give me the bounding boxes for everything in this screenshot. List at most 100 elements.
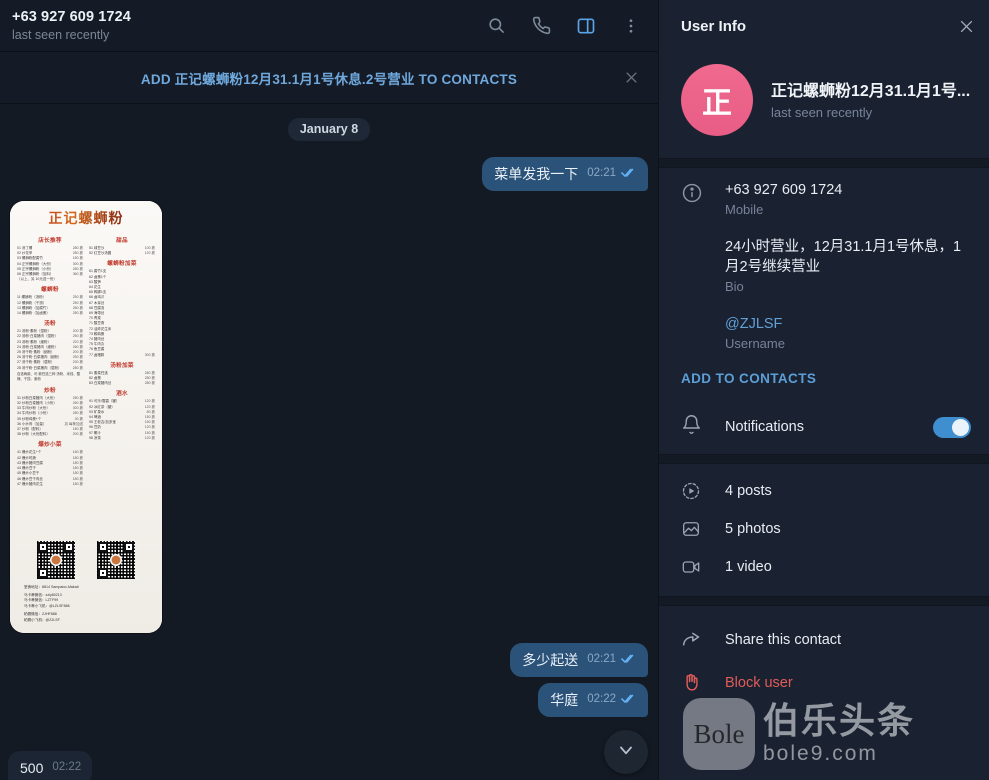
share-contact-button[interactable]: Share this contact xyxy=(659,618,989,661)
message-row: 多少起送 02:21 xyxy=(10,643,648,677)
section-divider xyxy=(659,596,989,606)
detail-body: +63 927 609 1724 Mobile xyxy=(725,180,971,217)
message-meta: 02:22 xyxy=(52,758,81,778)
menu-item-name: 47 爆炒猪肉花生 xyxy=(17,481,43,486)
phone-icon[interactable] xyxy=(528,13,554,39)
media-row-posts[interactable]: 4 posts xyxy=(659,472,989,510)
menu-item: 77 卤猪脚 300 披 xyxy=(88,353,156,358)
chat-subtitle: last seen recently xyxy=(12,27,110,42)
message-text: 500 xyxy=(20,760,44,776)
message-text: 菜单发我一下 xyxy=(494,166,579,182)
menu-item-name: 38 炒粉（大份配料） xyxy=(17,432,50,437)
detail-row-bio[interactable]: 24小时营业，12月31.1月1号休息，1月2号继续营业 Bio xyxy=(659,223,989,300)
message-bubble-outgoing[interactable]: 菜单发我一下 02:21 xyxy=(482,157,648,191)
menu-item-price: 360 披 xyxy=(72,272,83,277)
menu-footer: 堂食地址：8814 Sampaloc,Makati 马卡蒂微信：zzly8021… xyxy=(16,583,156,629)
menu-section-header: 炒粉 xyxy=(44,387,56,394)
menu-columns: 店长推荐 01 汤丁螺 280 披 02 炒花甲 280 披 03 螺蛳粉配腐竹 180 披… xyxy=(16,233,156,535)
message-row: 正记螺蛳粉 店长推荐 01 汤丁螺 280 披 02 炒花甲 280 披 03 螺蛳粉配腐… xyxy=(10,201,648,633)
chat-header: +63 927 609 1724 last seen recently xyxy=(0,0,658,52)
watermark-text: 伯乐头条 bole9.com xyxy=(763,702,915,766)
menu-photo: 正记螺蛳粉 店长推荐 01 汤丁螺 280 披 02 炒花甲 280 披 03 螺蛳粉配腐… xyxy=(10,201,162,633)
menu-section-header: 爆炒小菜 xyxy=(38,442,62,449)
message-meta: 02:21 xyxy=(587,164,637,184)
profile-names: 正记螺蛳粉12月31.1月1号... last seen recently xyxy=(771,81,970,120)
message-bubble-outgoing[interactable]: 多少起送 02:21 xyxy=(510,643,648,677)
add-to-contacts-bar-label[interactable]: ADD 正记螺蛳粉12月31.1月1号休息.2号营业 TO CONTACTS xyxy=(141,68,517,88)
block-user-button[interactable]: Block user xyxy=(659,661,989,704)
message-list[interactable]: January 8 菜单发我一下 02:21 正记螺蛳粉 店长推荐 01 汤丁螺… xyxy=(0,104,658,780)
qr-row xyxy=(16,535,156,583)
menu-right-column: 甜品 51 绿豆沙 100 披 52 红豆沙汤圆 120 披螺蛳粉加菜 61 腐竹1支 62… xyxy=(88,233,156,535)
chat-header-actions xyxy=(483,13,644,39)
menu-note: 自选两款、可·款任选三种 汤粉、米线、酸辣、干捞、素粉 xyxy=(17,371,81,381)
menu-item-price: 280 披 xyxy=(144,381,155,386)
sidebar-toggle-icon[interactable] xyxy=(573,13,599,39)
notifications-row[interactable]: Notifications xyxy=(659,400,989,454)
menu-item: 52 红豆沙汤圆 120 披 xyxy=(88,251,156,256)
phone-label: Mobile xyxy=(725,202,764,217)
message-time: 02:22 xyxy=(52,761,82,773)
close-icon[interactable] xyxy=(958,18,975,35)
media-label-photos: 5 photos xyxy=(725,521,781,537)
message-bubble-outgoing[interactable]: 华庭 02:22 xyxy=(538,683,648,717)
add-to-contacts-bar[interactable]: ADD 正记螺蛳粉12月31.1月1号休息.2号营业 TO CONTACTS xyxy=(0,52,658,104)
more-vertical-icon[interactable] xyxy=(618,13,644,39)
detail-row-username[interactable]: @ZJLSF Username xyxy=(659,300,989,357)
media-row-photos[interactable]: 5 photos xyxy=(659,510,989,548)
menu-item: （以上、另 10元送一份） xyxy=(16,277,84,282)
user-info-panel: User Info 正 正记螺蛳粉12月31.1月1号... last seen… xyxy=(658,0,989,780)
contact-details: +63 927 609 1724 Mobile 24小时营业，12月31.1月1… xyxy=(659,168,989,400)
share-contact-label: Share this contact xyxy=(725,631,842,648)
photo-message[interactable]: 正记螺蛳粉 店长推荐 01 汤丁螺 280 披 02 炒花甲 280 披 03 螺蛳粉配腐… xyxy=(10,201,162,633)
detail-row-phone[interactable]: +63 927 609 1724 Mobile xyxy=(659,174,989,223)
message-time: 02:22 xyxy=(587,693,616,705)
menu-item-price: 120 披 xyxy=(144,251,155,256)
profile-display-name: 正记螺蛳粉12月31.1月1号... xyxy=(771,82,971,100)
detail-body: 24小时营业，12月31.1月1号休息，1月2号继续营业 Bio xyxy=(725,237,971,294)
message-row: 华庭 02:22 xyxy=(10,683,648,717)
menu-item-name: 77 卤猪脚 xyxy=(89,352,105,357)
menu-footer-line: 帕赛小飞机：@ZJLSF xyxy=(24,617,60,622)
username-spacer-icon xyxy=(681,314,725,351)
menu-item: 98 凉茶 120 披 xyxy=(88,436,156,441)
menu-photo-title: 正记螺蛳粉 xyxy=(16,209,156,229)
notifications-toggle[interactable] xyxy=(933,416,971,438)
scroll-to-bottom-button[interactable] xyxy=(604,730,648,774)
menu-item-price: 180 披 xyxy=(72,481,83,486)
add-to-contacts-button[interactable]: ADD TO CONTACTS xyxy=(659,357,989,390)
menu-footer-line: 马卡蒂小飞机：@LZLSF886 xyxy=(24,603,70,608)
toggle-knob xyxy=(952,418,969,436)
message-text: 多少起送 xyxy=(522,652,579,668)
close-icon[interactable] xyxy=(618,65,644,91)
chevron-down-icon xyxy=(616,740,636,765)
posts-icon xyxy=(681,481,725,501)
read-ticks-icon xyxy=(621,690,637,709)
menu-section-header: 汤粉 xyxy=(44,321,56,328)
block-user-label: Block user xyxy=(725,674,793,691)
shared-media-list: 4 posts 5 photos 1 video xyxy=(659,464,989,596)
message-meta: 02:21 xyxy=(587,650,637,670)
telegram-window: +63 927 609 1724 last seen recently ADD … xyxy=(0,0,989,780)
username-value[interactable]: @ZJLSF xyxy=(725,314,971,334)
chat-header-titles[interactable]: +63 927 609 1724 last seen recently xyxy=(12,9,131,43)
wechat-qr-code xyxy=(37,540,75,579)
menu-item: 83 白菜猪肉丝 280 披 xyxy=(88,381,156,386)
avatar[interactable]: 正 xyxy=(681,64,753,136)
chat-title: +63 927 609 1724 xyxy=(12,8,131,25)
message-bubble-incoming[interactable]: 500 02:22 xyxy=(8,751,93,780)
panel-title: User Info xyxy=(681,17,747,35)
search-icon[interactable] xyxy=(483,13,509,39)
block-hand-icon xyxy=(681,672,725,693)
menu-section-header: 螺蛳粉 xyxy=(41,287,59,294)
read-ticks-icon xyxy=(621,164,637,183)
bio-value: 24小时营业，12月31.1月1号休息，1月2号继续营业 xyxy=(725,239,962,275)
message-time: 02:21 xyxy=(587,167,616,179)
detail-body: @ZJLSF Username xyxy=(725,314,971,351)
read-ticks-icon xyxy=(621,650,637,669)
menu-item: 47 爆炒猪肉花生 180 披 xyxy=(16,482,84,487)
menu-item-name: 28 汤干粉·白菜猪肉（湿粉） xyxy=(17,365,62,370)
watermark-badge: Bole xyxy=(683,698,755,770)
menu-item-price: 300 披 xyxy=(144,352,155,357)
media-row-videos[interactable]: 1 video xyxy=(659,548,989,586)
